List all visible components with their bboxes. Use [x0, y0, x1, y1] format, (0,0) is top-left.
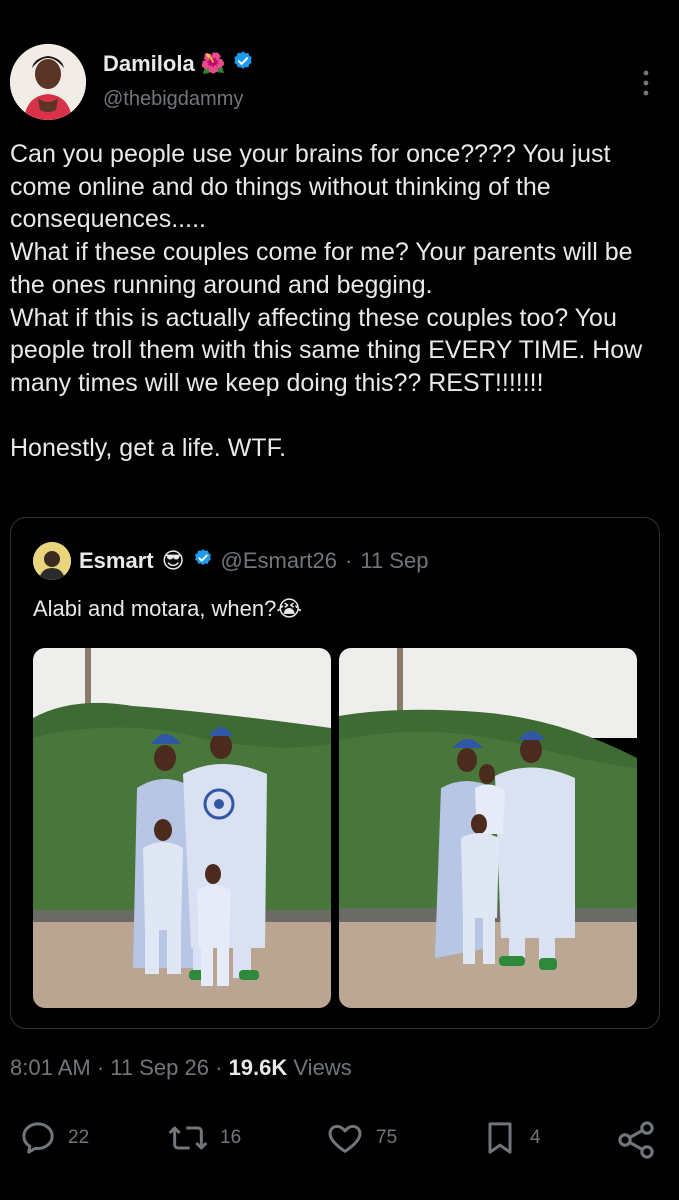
repost-button[interactable]: 16	[166, 1118, 241, 1158]
quoted-author-name[interactable]: Esmart	[79, 548, 154, 574]
verified-badge-icon	[193, 548, 213, 574]
like-icon	[324, 1118, 366, 1158]
author-avatar[interactable]	[10, 44, 86, 120]
author-name-row: Damilola 🌺	[103, 50, 254, 77]
bookmark-count: 4	[530, 1127, 541, 1148]
quoted-author-handle[interactable]: @Esmart26	[221, 548, 337, 574]
share-icon	[614, 1118, 658, 1162]
author-handle[interactable]: @thebigdammy	[103, 88, 243, 111]
quoted-tweet[interactable]: Esmart 😎 @Esmart26 · 11 Sep Alabi and mo…	[10, 517, 660, 1029]
quoted-photo-1[interactable]	[33, 648, 331, 1008]
quoted-text-row: Alabi and motara, when?😭	[33, 596, 302, 622]
verified-badge-icon	[232, 50, 254, 77]
bookmark-icon	[480, 1118, 520, 1158]
quoted-header: Esmart 😎 @Esmart26 · 11 Sep	[33, 542, 428, 580]
quoted-separator: ·	[345, 548, 353, 573]
repost-icon	[166, 1118, 210, 1158]
tweet-date[interactable]: 11 Sep 26	[110, 1055, 209, 1080]
quoted-avatar[interactable]	[33, 542, 71, 580]
quoted-date[interactable]: 11 Sep	[360, 548, 428, 574]
views-label: Views	[293, 1055, 352, 1080]
action-bar: 22 16 75 4	[0, 1118, 679, 1168]
tweet-header: Damilola 🌺 @thebigdammy	[0, 40, 679, 130]
author-name[interactable]: Damilola	[103, 51, 195, 77]
quoted-photo-2[interactable]	[339, 648, 637, 1008]
reply-button[interactable]: 22	[18, 1118, 89, 1158]
repost-count: 16	[220, 1127, 242, 1148]
reply-icon	[18, 1118, 58, 1158]
like-button[interactable]: 75	[324, 1118, 397, 1158]
reply-count: 22	[68, 1127, 90, 1148]
crying-emoji: 😭	[276, 596, 303, 621]
meta-dot-1: ·	[96, 1055, 105, 1080]
tweet-text: Can you people use your brains for once?…	[10, 140, 643, 463]
tweet-time[interactable]: 8:01 AM	[10, 1055, 91, 1080]
like-count: 75	[376, 1127, 398, 1148]
meta-dot-2: ·	[215, 1055, 223, 1080]
bookmark-button[interactable]: 4	[480, 1118, 541, 1158]
quoted-text: Alabi and motara, when?	[33, 596, 277, 621]
views-count: 19.6K	[228, 1055, 288, 1080]
hibiscus-emoji: 🌺	[200, 53, 226, 75]
more-vertical-icon[interactable]	[634, 68, 658, 98]
sunglasses-emoji: 😎	[161, 548, 185, 573]
share-button[interactable]	[614, 1118, 658, 1162]
tweet-meta: 8:01 AM · 11 Sep 26 · 19.6K Views	[10, 1055, 352, 1081]
